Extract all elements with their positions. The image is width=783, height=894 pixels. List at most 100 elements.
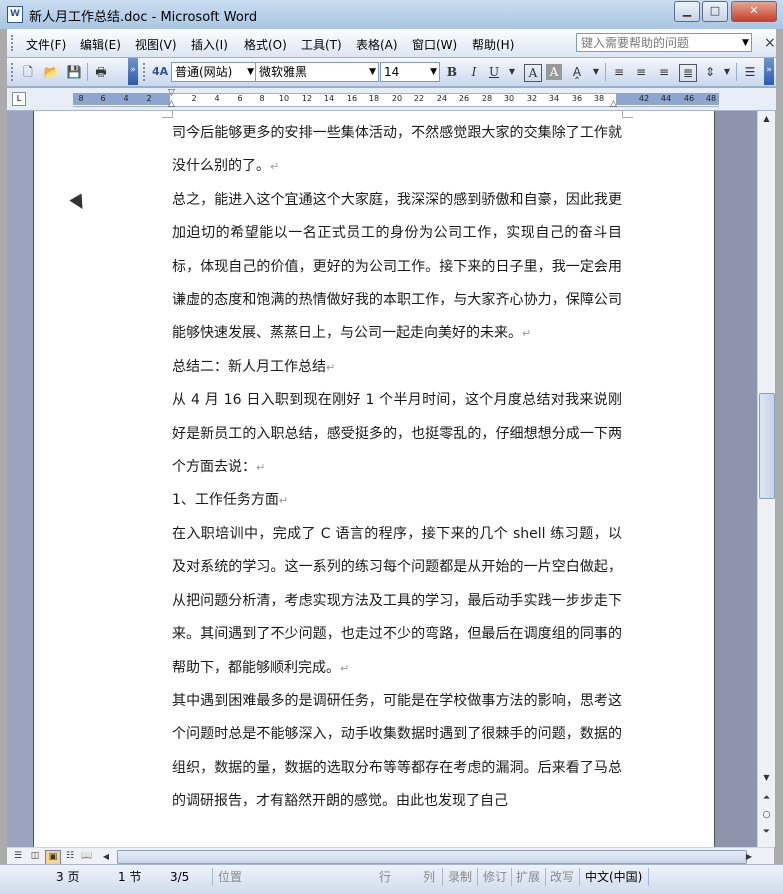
chevron-down-icon: ▼ bbox=[247, 67, 254, 77]
document-close-button[interactable]: × bbox=[764, 35, 776, 51]
toolbar: 🗋 📂 💾 🖶 » 4A 普通(网站) ▼ 微软雅黑 ▼ 14 ▼ B I U … bbox=[7, 58, 776, 87]
chevron-down-icon[interactable]: ▼ bbox=[719, 64, 735, 80]
horizontal-ruler[interactable]: L 8 6 4 2 2 4 6 8 10 12 14 16 18 20 22 2… bbox=[7, 88, 776, 111]
menu-format[interactable]: 格式(O) bbox=[244, 36, 287, 53]
reading-layout-view-icon[interactable]: 📖 bbox=[80, 850, 94, 863]
ruler-number: 18 bbox=[368, 94, 380, 103]
chevron-down-icon[interactable]: ▼ bbox=[588, 64, 604, 80]
ruler-number: 2 bbox=[146, 94, 152, 103]
chevron-down-icon: ▼ bbox=[369, 67, 376, 77]
scroll-right-arrow-icon[interactable]: ▶ bbox=[742, 848, 756, 865]
font-select-value: 微软雅黑 bbox=[259, 65, 308, 79]
menu-grip[interactable] bbox=[11, 35, 16, 51]
char-spacing-icon[interactable]: A̭ bbox=[569, 64, 585, 80]
numbering-icon[interactable]: ☰ bbox=[742, 64, 758, 80]
ruler-number: 22 bbox=[413, 94, 425, 103]
previous-page-icon[interactable]: ⏶ bbox=[758, 791, 775, 805]
document-page[interactable]: 司今后能够更多的安排一些集体活动，不然感觉跟大家的交集除了工作就没什么别的了。↵… bbox=[33, 111, 715, 847]
print-icon[interactable]: 🖶 bbox=[93, 64, 109, 80]
style-select[interactable]: 普通(网站) ▼ bbox=[171, 62, 257, 82]
paragraph: 1、工作任务方面↵ bbox=[172, 484, 622, 517]
status-record[interactable]: 录制 bbox=[448, 868, 472, 886]
bold-button[interactable]: B bbox=[444, 64, 460, 80]
scroll-up-arrow-icon[interactable]: ▲ bbox=[758, 111, 775, 127]
document-body[interactable]: 司今后能够更多的安排一些集体活动，不然感觉跟大家的交集除了工作就没什么别的了。↵… bbox=[172, 117, 622, 819]
ruler-number: 10 bbox=[278, 94, 290, 103]
align-left-icon[interactable]: ≡ bbox=[611, 64, 627, 80]
select-browse-object-icon[interactable]: ○ bbox=[758, 808, 775, 822]
status-separator bbox=[477, 868, 478, 886]
paragraph-mark: ↵ bbox=[270, 160, 280, 174]
ruler-number: 36 bbox=[571, 94, 583, 103]
toolbar-separator bbox=[736, 63, 737, 81]
align-center-icon[interactable]: ≡ bbox=[633, 64, 649, 80]
normal-view-icon[interactable]: ☰ bbox=[11, 850, 25, 863]
vertical-scrollbar[interactable]: ▲ ▼ ⏶ ○ ⏷ bbox=[757, 111, 775, 847]
menu-window[interactable]: 窗口(W) bbox=[412, 36, 457, 53]
minimize-button[interactable]: ▁ bbox=[674, 1, 700, 22]
document-area: 司今后能够更多的安排一些集体活动，不然感觉跟大家的交集除了工作就没什么别的了。↵… bbox=[7, 111, 757, 847]
ruler-number: 44 bbox=[660, 94, 672, 103]
status-revise[interactable]: 修订 bbox=[483, 868, 507, 886]
toolbar-separator bbox=[87, 63, 88, 81]
maximize-button[interactable]: □ bbox=[702, 1, 728, 22]
line-spacing-icon[interactable]: ⇕ bbox=[702, 64, 718, 80]
underline-button[interactable]: U bbox=[486, 64, 502, 80]
ruler-number: 20 bbox=[391, 94, 403, 103]
font-select[interactable]: 微软雅黑 ▼ bbox=[255, 62, 379, 82]
menu-file[interactable]: 文件(F) bbox=[26, 36, 66, 53]
ruler-number: 8 bbox=[259, 94, 265, 103]
ruler-number: 30 bbox=[503, 94, 515, 103]
ruler-number: 16 bbox=[346, 94, 358, 103]
status-overtype[interactable]: 改写 bbox=[550, 868, 574, 886]
next-page-icon[interactable]: ⏷ bbox=[758, 825, 775, 839]
menu-edit[interactable]: 编辑(E) bbox=[80, 36, 121, 53]
status-extend[interactable]: 扩展 bbox=[516, 868, 540, 886]
web-layout-view-icon[interactable]: ◫ bbox=[28, 850, 42, 863]
horizontal-scroll-thumb[interactable] bbox=[117, 850, 747, 864]
outline-view-icon[interactable]: ☷ bbox=[63, 850, 77, 863]
first-line-indent-marker[interactable]: ▽ bbox=[168, 88, 175, 98]
chevron-down-icon[interactable]: ▼ bbox=[742, 38, 749, 48]
ruler-number: 12 bbox=[301, 94, 313, 103]
italic-button[interactable]: I bbox=[466, 64, 482, 80]
right-indent-marker[interactable]: △ bbox=[610, 99, 617, 109]
align-right-icon[interactable]: ≡ bbox=[656, 64, 672, 80]
paragraph-text: 在入职培训中，完成了 C 语言的程序，接下来的几个 shell 练习题，以及对系… bbox=[172, 525, 622, 676]
char-shading-button[interactable]: A bbox=[546, 64, 562, 80]
char-border-button[interactable]: A bbox=[524, 64, 542, 82]
help-search-input[interactable]: 键入需要帮助的问题 bbox=[576, 33, 752, 52]
status-separator bbox=[511, 868, 512, 886]
print-layout-view-icon[interactable]: ▣ bbox=[45, 850, 61, 865]
ruler-number: 32 bbox=[526, 94, 538, 103]
menu-view[interactable]: 视图(V) bbox=[135, 36, 177, 53]
paragraph-text: 1、工作任务方面 bbox=[172, 492, 279, 509]
close-button[interactable]: ✕ bbox=[731, 1, 777, 22]
toolbar-overflow-chevron[interactable]: » bbox=[128, 58, 138, 85]
toolbar-grip[interactable] bbox=[11, 63, 16, 81]
horizontal-scrollbar[interactable]: ☰ ◫ ▣ ☷ 📖 ◀ ▶ bbox=[7, 847, 774, 865]
scroll-down-arrow-icon[interactable]: ▼ bbox=[758, 770, 775, 786]
new-document-icon[interactable]: 🗋 bbox=[20, 64, 36, 80]
menu-help[interactable]: 帮助(H) bbox=[472, 36, 514, 53]
menu-insert[interactable]: 插入(I) bbox=[191, 36, 228, 53]
tab-stop-selector[interactable]: L bbox=[12, 92, 26, 106]
left-indent-marker[interactable]: △ bbox=[168, 99, 175, 109]
window-title: 新人月工作总结.doc - Microsoft Word bbox=[29, 10, 258, 25]
open-folder-icon[interactable]: 📂 bbox=[43, 64, 59, 80]
styles-icon[interactable]: 4A bbox=[152, 64, 168, 80]
margin-corner-mark bbox=[622, 111, 633, 118]
paragraph-text: 从 4 月 16 日入职到现在刚好 1 个半月时间，这个月度总结对我来说刚好是新… bbox=[172, 392, 622, 476]
vertical-scroll-thumb[interactable] bbox=[759, 393, 775, 499]
menu-tools[interactable]: 工具(T) bbox=[301, 36, 342, 53]
toolbar-overflow-chevron[interactable]: » bbox=[764, 58, 774, 85]
justify-icon[interactable]: ≣ bbox=[679, 64, 697, 82]
scroll-left-arrow-icon[interactable]: ◀ bbox=[99, 848, 113, 865]
save-icon[interactable]: 💾 bbox=[66, 64, 82, 80]
ruler-number: 6 bbox=[237, 94, 243, 103]
paragraph-text: 总之，能进入这个宜通这个大家庭，我深深的感到骄傲和自豪，因此我更加迫切的希望能以… bbox=[172, 191, 622, 342]
menu-table[interactable]: 表格(A) bbox=[356, 36, 398, 53]
chevron-down-icon[interactable]: ▼ bbox=[504, 64, 520, 80]
font-size-select[interactable]: 14 ▼ bbox=[380, 62, 440, 82]
toolbar-grip[interactable] bbox=[143, 63, 148, 81]
